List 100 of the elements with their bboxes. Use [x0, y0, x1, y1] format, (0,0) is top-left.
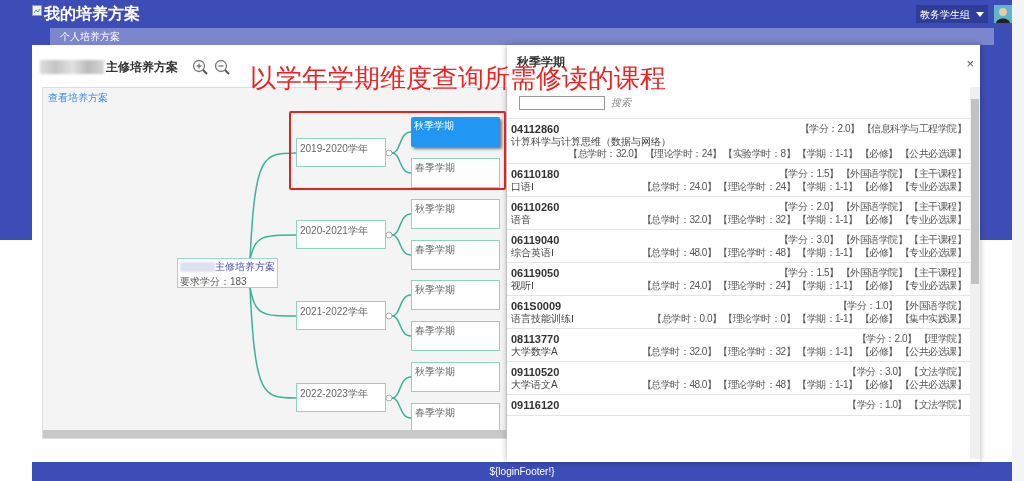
course-detail: 【专业必选课】 [899, 280, 966, 292]
course-tag: 【学分：1.0】 [847, 399, 907, 411]
course-code: 06110180 [511, 167, 560, 181]
zoom-out-icon[interactable] [214, 59, 230, 75]
course-detail: 【学期：1-1】 [797, 148, 858, 160]
course-detail: 【集中实践课】 [899, 313, 966, 325]
course-row[interactable]: 06110180 【学分：1.5】 【外国语学院】 【主干课程】 口语Ⅰ 【总学时：24.0】 【理论学时：24】 【学期：1-1】 【必修】 【专业必选课】 [507, 164, 970, 197]
connector-line [391, 397, 412, 419]
search-field[interactable] [519, 95, 605, 110]
connector-line [391, 234, 412, 256]
course-tag: 【学分：2.0】 [799, 123, 860, 135]
root-node[interactable]: 主修培养方案 要求学分：183 [177, 258, 278, 288]
course-detail: 【理论学时：24】 [718, 280, 796, 292]
avatar-icon[interactable] [994, 5, 1012, 23]
course-detail: 【必修】 [859, 379, 898, 391]
course-detail: 【学期：1-1】 [797, 280, 858, 292]
course-row[interactable]: 09116120 【学分：1.0】 【文法学院】 [507, 395, 970, 416]
course-row[interactable]: 06110260 【学分：2.0】 【外国语学院】 【主干课程】 语音 【总学时：32.0】 【理论学时：32】 【学期：1-1】 【必修】 【专业必选课】 [507, 197, 970, 230]
course-detail: 【总学时：0.0】 [652, 313, 722, 325]
course-detail: 【必修】 [859, 280, 898, 292]
course-row[interactable]: 09110520 【学分：3.0】 【文法学院】 大学语文A 【总学时：48.0】 【理论学时：48】 【学期：1-1】 【必修】 【公共必选课】 [507, 362, 970, 395]
course-row[interactable]: 04112860 【学分：2.0】 【信息科学与工程学院】 计算科学与计算思维（数据与网络） 【总学时：32.0】 【理论学时：24】 【实验学时：8】 【学期：1-1】 【必修】 【公共必选课】 [507, 119, 970, 164]
term-node[interactable]: 秋季学期 [411, 362, 500, 392]
course-tag: 【学分：2.0】 [856, 333, 917, 345]
course-code: 04112860 [511, 122, 560, 136]
year-node[interactable]: 2022-2023学年 [296, 383, 386, 412]
course-row[interactable]: 06119050 【学分：1.5】 【外国语学院】 【主干课程】 视听Ⅰ 【总学时：24.0】 【理论学时：24】 【学期：1-1】 【必修】 【专业必选课】 [507, 263, 970, 296]
collapse-toggle-icon[interactable] [385, 312, 393, 320]
collapse-toggle-icon[interactable] [385, 231, 393, 239]
course-tag: 【外国语学院】 [899, 300, 966, 312]
course-tag: 【主干课程】 [909, 267, 966, 279]
course-name: 语言技能训练Ⅰ [511, 313, 574, 325]
search-button[interactable]: 搜索 [611, 95, 631, 110]
collapse-toggle-icon[interactable] [385, 149, 393, 157]
term-node[interactable]: 春季学期 [411, 321, 500, 351]
course-name: 口语Ⅰ [511, 181, 534, 193]
year-node[interactable]: 2020-2021学年 [296, 220, 386, 249]
connector-line [391, 152, 412, 174]
vertical-scrollbar[interactable] [970, 87, 980, 459]
term-node[interactable]: 春季学期 [411, 158, 500, 188]
course-detail: 【学期：1-1】 [797, 313, 858, 325]
view-plan-link[interactable]: 查看培养方案 [48, 90, 108, 105]
term-node[interactable]: 秋季学期 [411, 280, 500, 310]
course-detail: 【必修】 [859, 313, 898, 325]
course-name: 综合英语Ⅰ [511, 247, 554, 259]
course-detail: 【理论学时：24】 [718, 181, 796, 193]
course-detail: 【学期：1-1】 [797, 379, 858, 391]
broken-image-icon [32, 5, 42, 16]
footer-text: ${loginFooter!} [489, 465, 555, 479]
user-menu[interactable]: 教务学生组 [916, 5, 988, 23]
course-detail: 【必修】 [859, 148, 898, 160]
course-tag: 【学分：1.5】 [778, 168, 839, 180]
connector-line [391, 376, 412, 399]
year-node[interactable]: 2019-2020学年 [296, 138, 386, 167]
course-detail: 【学期：1-1】 [797, 181, 858, 193]
course-tag: 【学分：3.0】 [847, 366, 907, 378]
term-node[interactable]: 秋季学期 [411, 199, 500, 229]
course-detail: 【公共必选课】 [899, 346, 966, 358]
course-tag: 【外国语学院】 [840, 234, 907, 246]
course-detail: 【必修】 [859, 247, 898, 259]
course-detail: 【总学时：24.0】 [641, 181, 717, 193]
caret-icon [976, 11, 984, 17]
close-button[interactable]: × [966, 57, 974, 70]
course-detail: 【总学时：48.0】 [641, 379, 717, 391]
plan-title: 主修培养方案 [106, 59, 178, 76]
term-node[interactable]: 春季学期 [411, 403, 500, 433]
course-tag: 【主干课程】 [909, 201, 966, 213]
course-detail: 【必修】 [859, 181, 898, 193]
course-row[interactable]: 08113770 【学分：2.0】 【理学院】 大学数学A 【总学时：32.0】 【理论学时：32】 【学期：1-1】 【必修】 【公共必选课】 [507, 329, 970, 362]
horizontal-scrollbar[interactable] [43, 430, 506, 438]
course-code: 06119040 [511, 233, 560, 247]
course-detail: 【理论学时：0】 [723, 313, 796, 325]
course-code: 06110260 [511, 200, 560, 214]
course-tag: 【学分：1.0】 [837, 300, 898, 312]
course-row[interactable]: 06119040 【学分：3.0】 【外国语学院】 【主干课程】 综合英语Ⅰ 【总学时：48.0】 【理论学时：48】 【学期：1-1】 【必修】 【专业必选课】 [507, 230, 970, 263]
collapse-toggle-icon[interactable] [385, 394, 393, 402]
app-title: 我的培养方案 [44, 4, 140, 24]
course-detail: 【实验学时：8】 [723, 148, 796, 160]
course-tag: 【外国语学院】 [840, 168, 907, 180]
course-tag: 【信息科学与工程学院】 [861, 123, 966, 135]
course-detail: 【理论学时：24】 [644, 148, 722, 160]
course-detail: 【公共必选课】 [899, 148, 966, 160]
course-tag: 【外国语学院】 [840, 201, 907, 213]
course-row[interactable]: 061S0009 【学分：1.0】 【外国语学院】 语言技能训练Ⅰ 【总学时：0.0】 【理论学时：0】 【学期：1-1】 【必修】 【集中实践课】 [507, 296, 970, 329]
course-name: 大学语文A [511, 379, 558, 391]
required-credits: 要求学分：183 [180, 275, 248, 289]
term-node[interactable]: 春季学期 [411, 240, 500, 270]
zoom-in-icon[interactable] [192, 59, 208, 75]
course-code: 09116120 [511, 398, 560, 412]
connector-line [391, 315, 412, 337]
course-detail: 【理论学时：32】 [718, 346, 796, 358]
course-detail: 【理论学时：48】 [718, 379, 796, 391]
course-detail: 【总学时：32.0】 [641, 346, 717, 358]
connector-line [391, 294, 412, 317]
course-detail: 【学期：1-1】 [797, 214, 858, 226]
course-tag: 【文法学院】 [909, 366, 966, 378]
course-detail: 【必修】 [859, 214, 898, 226]
tab[interactable]: 个人培养方案 [60, 29, 120, 44]
connector-line [391, 213, 412, 236]
year-node[interactable]: 2021-2022学年 [296, 301, 386, 330]
